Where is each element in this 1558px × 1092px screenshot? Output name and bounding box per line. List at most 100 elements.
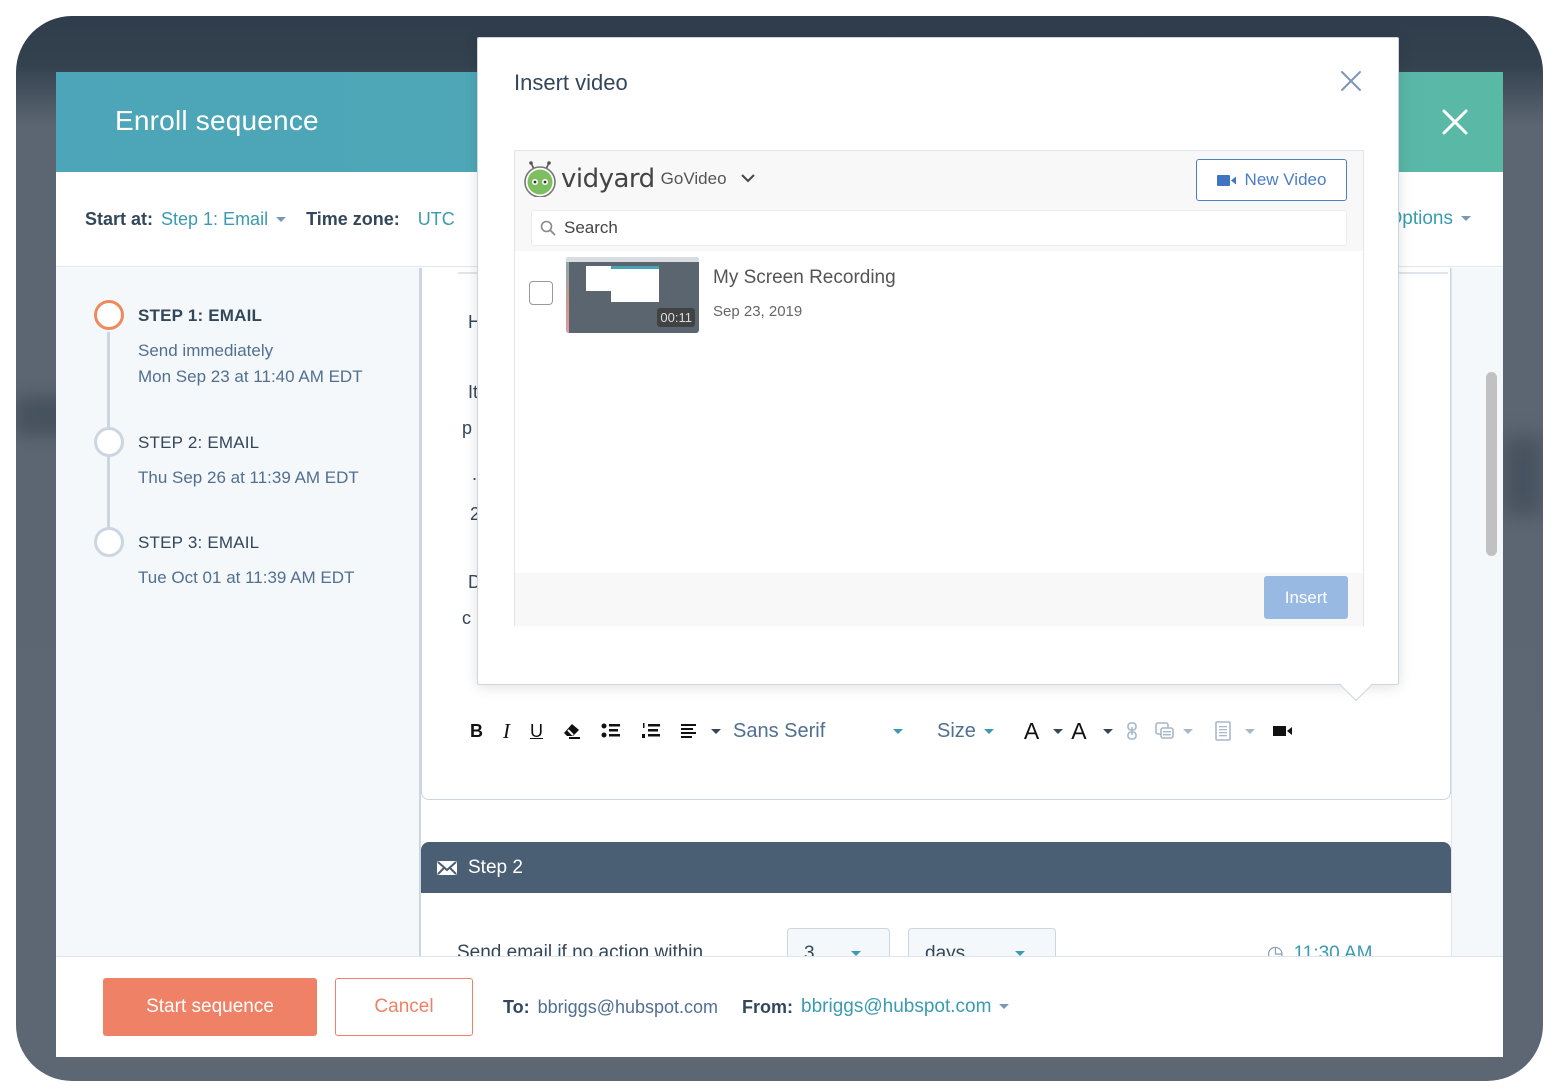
search-icon — [540, 220, 556, 236]
text-color-dropdown[interactable] — [1053, 717, 1064, 745]
insert-button[interactable]: Insert — [1264, 576, 1348, 619]
caret-down-icon — [983, 728, 994, 734]
caret-down-icon — [1461, 216, 1471, 222]
highlight-color-button[interactable]: A — [1071, 717, 1086, 745]
close-panel-button[interactable] — [1437, 104, 1473, 140]
email-body-text[interactable]: c — [462, 608, 471, 629]
align-left-icon — [681, 724, 696, 738]
vidyard-footer: Insert — [515, 573, 1363, 626]
video-search — [531, 210, 1347, 246]
numbered-list-button[interactable] — [641, 717, 661, 745]
envelope-icon — [437, 860, 457, 875]
font-family-dropdown[interactable]: Sans Serif — [733, 717, 903, 745]
video-camera-icon — [1272, 726, 1292, 736]
product-switcher-dropdown[interactable] — [740, 170, 755, 188]
email-body-text[interactable]: p — [462, 418, 472, 439]
video-list-item[interactable]: 00:11 My Screen Recording Sep 23, 2019 — [515, 257, 1363, 333]
step-title: STEP 1: EMAIL — [138, 306, 263, 325]
from-email-dropdown[interactable]: bbriggs@hubspot.com — [801, 996, 1010, 1018]
video-list: 00:11 My Screen Recording Sep 23, 2019 — [515, 251, 1363, 573]
start-at-value: Step 1: Email — [161, 208, 269, 229]
close-icon — [1442, 109, 1468, 135]
align-dropdown[interactable] — [711, 717, 721, 745]
step-date: Tue Oct 01 at 11:39 AM EDT — [138, 568, 355, 587]
options-dropdown[interactable]: Options — [1388, 208, 1471, 230]
step-detail: Thu Sep 26 at 11:39 AM EDT — [138, 465, 359, 491]
cancel-button[interactable]: Cancel — [335, 978, 473, 1036]
background-blur — [1503, 436, 1543, 516]
thumbnail-detail — [611, 266, 659, 302]
snippet-icon — [1154, 722, 1174, 739]
video-date: Sep 23, 2019 — [713, 303, 803, 320]
text-color-button[interactable]: A — [1024, 717, 1039, 745]
insert-video-button[interactable] — [1272, 717, 1293, 745]
to-email: bbriggs@hubspot.com — [537, 996, 719, 1017]
snippets-button[interactable] — [1154, 717, 1175, 745]
step-date: Mon Sep 23 at 11:40 AM EDT — [138, 367, 363, 386]
new-video-label: New Video — [1244, 170, 1327, 189]
editor-toolbar: B I U Sans Serif Size A A — [470, 716, 1313, 746]
step-2-header[interactable]: Step 2 — [421, 842, 1451, 893]
clear-format-button[interactable] — [563, 717, 581, 745]
size-dropdown[interactable]: Size — [937, 717, 994, 745]
sidebar-step-3[interactable]: STEP 3: EMAIL Tue Oct 01 at 11:39 AM EDT — [94, 527, 354, 591]
eraser-icon — [564, 724, 580, 739]
vidyard-logo: vidyard GoVideo — [523, 161, 755, 197]
panel-title: Enroll sequence — [115, 105, 319, 136]
step-title: STEP 2: EMAIL — [138, 433, 260, 452]
snippets-dropdown[interactable] — [1182, 717, 1193, 745]
caret-down-icon — [276, 217, 287, 223]
sidebar-step-2[interactable]: STEP 2: EMAIL Thu Sep 26 at 11:39 AM EDT — [94, 427, 359, 491]
scrollbar-thumb[interactable] — [1486, 372, 1497, 556]
time-zone-label: Time zone: — [306, 208, 400, 229]
insert-video-modal: Insert video vidyard GoVideo New Video S… — [477, 37, 1399, 702]
step-send-timing: Send immediately — [138, 341, 274, 360]
caret-down-icon — [893, 728, 903, 734]
bold-button[interactable]: B — [470, 717, 483, 745]
vidyard-wordmark: vidyard — [561, 164, 655, 194]
start-sequence-button[interactable]: Start sequence — [103, 978, 317, 1036]
video-thumbnail[interactable]: 00:11 — [566, 257, 699, 333]
govideo-label: GoVideo — [660, 169, 727, 188]
align-button[interactable] — [681, 717, 697, 745]
documents-button[interactable] — [1214, 717, 1231, 745]
caret-down-icon — [711, 728, 721, 734]
step-circle-icon — [94, 527, 124, 557]
sidebar-step-1[interactable]: STEP 1: EMAIL Send immediately Mon Sep 2… — [94, 300, 363, 390]
sequence-steps-sidebar: STEP 1: EMAIL Send immediately Mon Sep 2… — [56, 268, 421, 958]
video-title[interactable]: My Screen Recording — [713, 267, 896, 289]
highlight-color-dropdown[interactable] — [1102, 717, 1113, 745]
time-zone-dropdown[interactable]: UTC — [418, 209, 455, 230]
font-family-value: Sans Serif — [733, 719, 826, 742]
link-icon — [1126, 722, 1137, 740]
modal-title: Insert video — [514, 70, 628, 95]
close-modal-button[interactable] — [1340, 70, 1366, 96]
caret-down-icon — [1244, 728, 1255, 734]
video-search-input[interactable] — [564, 218, 1324, 238]
panel-footer: Start sequence Cancel To: bbriggs@hubspo… — [56, 956, 1503, 1057]
documents-dropdown[interactable] — [1244, 717, 1255, 745]
caret-down-icon — [999, 1004, 1010, 1010]
vidyard-mascot-icon — [524, 161, 556, 197]
caret-down-icon — [1053, 728, 1064, 734]
new-video-button[interactable]: New Video — [1196, 159, 1347, 201]
vidyard-header: vidyard GoVideo New Video — [515, 151, 1363, 211]
scroll-gutter — [1451, 268, 1503, 958]
thumbnail-detail — [566, 262, 569, 333]
start-at-dropdown[interactable]: Step 1: Email — [161, 208, 287, 230]
link-button[interactable] — [1126, 717, 1137, 745]
step-detail: Tue Oct 01 at 11:39 AM EDT — [138, 565, 354, 591]
step-date: Thu Sep 26 at 11:39 AM EDT — [138, 468, 359, 487]
size-label: Size — [937, 719, 976, 742]
italic-button[interactable]: I — [503, 717, 510, 745]
bulleted-list-button[interactable] — [601, 717, 621, 745]
caret-down-icon — [1182, 728, 1193, 734]
step-circle-icon — [94, 427, 124, 457]
chevron-down-icon — [740, 174, 755, 183]
step-title: STEP 3: EMAIL — [138, 533, 260, 552]
document-icon — [1214, 721, 1231, 741]
video-select-checkbox[interactable] — [529, 281, 553, 305]
from-label: From: — [742, 996, 794, 1017]
underline-button[interactable]: U — [530, 717, 543, 745]
bulleted-list-icon — [601, 723, 620, 738]
